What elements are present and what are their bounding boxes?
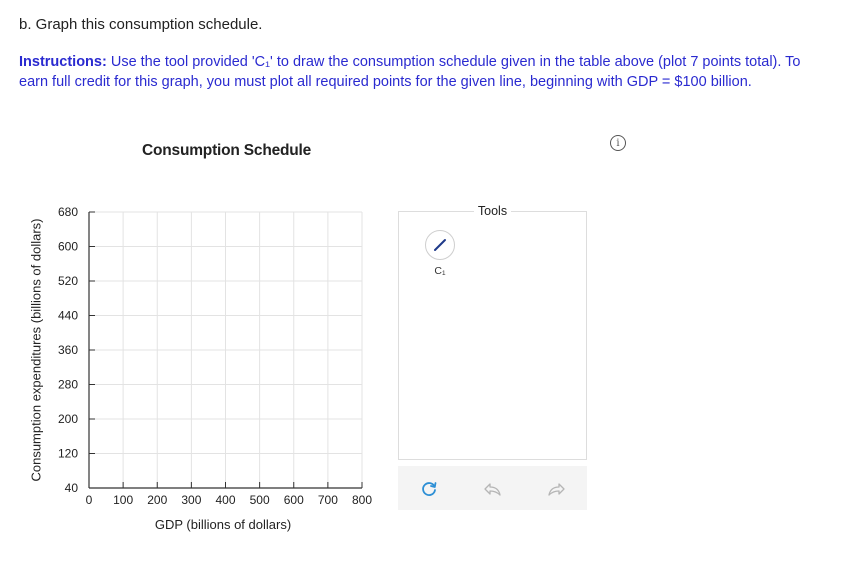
y-tick-label: 360 [58,343,78,357]
y-tick-label: 600 [58,240,78,254]
action-bar [398,466,587,510]
y-tick-label: 120 [58,447,78,461]
y-tick-label: 280 [58,378,78,392]
redo-icon [548,483,565,496]
x-tick-label: 100 [113,493,133,507]
undo-button[interactable] [482,478,504,500]
line-tool-label: C₁ [434,265,446,277]
x-tick-label: 400 [215,493,235,507]
reset-button[interactable] [418,478,440,500]
undo-icon [484,483,501,496]
x-tick-label: 0 [86,493,93,507]
y-tick-label: 40 [65,481,79,495]
redo-button[interactable] [545,478,567,500]
tools-panel: Tools C₁ [398,204,587,460]
y-tick-label: 200 [58,412,78,426]
tools-title-text: Tools [473,204,512,218]
line-tool-button[interactable] [425,230,455,260]
x-tick-label: 800 [352,493,372,507]
y-tick-label: 680 [58,205,78,219]
x-tick-label: 500 [250,493,270,507]
x-tick-label: 600 [284,493,304,507]
line-tool-icon [434,239,446,251]
y-tick-label: 440 [58,309,78,323]
y-tick-label: 520 [58,274,78,288]
x-axis-label: GDP (billions of dollars) [154,517,292,532]
reset-icon [422,482,437,496]
x-tick-label: 300 [181,493,201,507]
x-tick-label: 200 [147,493,167,507]
x-tick-label: 700 [318,493,338,507]
tools-title: Tools [399,204,586,218]
